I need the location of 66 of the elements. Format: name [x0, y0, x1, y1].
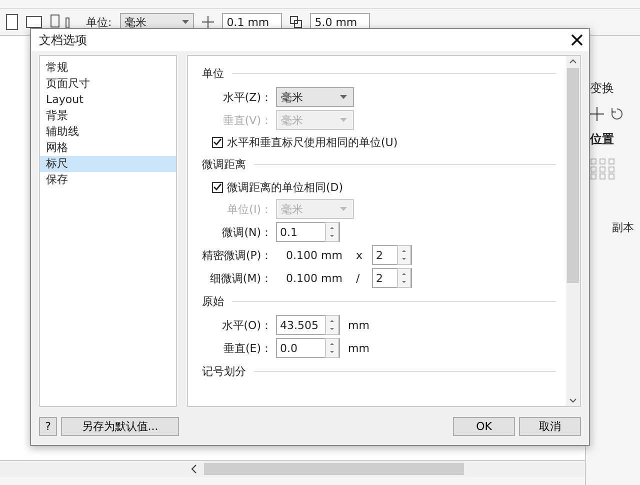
- caret-icon: [340, 207, 347, 211]
- section-heading: 单位: [202, 66, 224, 80]
- spinner-icon[interactable]: [325, 338, 339, 358]
- ok-button[interactable]: OK: [453, 417, 515, 436]
- section-title: 位置: [590, 131, 615, 148]
- nudge-reading: 0.100 mm: [285, 272, 344, 284]
- field-label: 精密微调(P)：: [202, 248, 274, 262]
- number-field[interactable]: 0.0: [276, 338, 340, 358]
- number-field[interactable]: 2: [372, 268, 412, 288]
- checkbox-label: 微调距离的单位相同(D): [227, 180, 344, 194]
- close-icon[interactable]: [571, 34, 583, 46]
- scroll-up-icon[interactable]: [569, 58, 577, 64]
- help-button[interactable]: ?: [39, 417, 57, 436]
- category-item[interactable]: 辅助线: [40, 124, 176, 140]
- window-title: 文档选项: [39, 32, 87, 48]
- field-label: 水平(Z)：: [222, 90, 273, 104]
- caret-icon: [182, 20, 189, 24]
- field-label: 微调(N)：: [221, 224, 273, 240]
- spinner-icon[interactable]: [397, 268, 411, 288]
- checkbox-label: 水平和垂直标尺使用相同的单位(U): [227, 134, 398, 150]
- section-heading: 记号划分: [202, 364, 246, 378]
- save-default-button[interactable]: 另存为默认值...: [61, 417, 179, 436]
- category-item[interactable]: 页面尺寸: [40, 76, 176, 92]
- operator-label: x: [356, 248, 364, 262]
- category-item[interactable]: 常规: [40, 60, 176, 76]
- field-label: 单位(I)：: [226, 202, 273, 216]
- docker-title: 变换: [590, 80, 615, 97]
- nudge-icon: [202, 16, 214, 28]
- field-label: 垂直(E)：: [222, 340, 273, 356]
- caret-icon: [340, 118, 347, 122]
- section-heading: 原始: [202, 294, 224, 308]
- field-label: 细微调(M)：: [208, 270, 273, 286]
- spinner-icon[interactable]: [325, 222, 339, 242]
- landscape-page-icon[interactable]: [26, 16, 42, 28]
- checkbox[interactable]: [212, 182, 223, 192]
- scrollbar-thumb[interactable]: [567, 68, 579, 283]
- unit-label: mm: [347, 318, 370, 332]
- number-field[interactable]: 0.1: [276, 222, 340, 242]
- field-label: 水平(O)：: [220, 318, 273, 332]
- checkbox[interactable]: [212, 136, 223, 148]
- category-item[interactable]: 保存: [40, 172, 176, 188]
- scroll-down-icon[interactable]: [569, 398, 577, 404]
- field-label: 垂直(V)：: [222, 112, 273, 128]
- unit-dropdown[interactable]: 毫米: [276, 87, 354, 107]
- operator-label: /: [356, 272, 361, 284]
- unit-label: mm: [347, 342, 370, 354]
- portrait-page-icon[interactable]: [6, 14, 18, 30]
- caret-icon: [340, 95, 347, 99]
- category-item[interactable]: 背景: [40, 108, 176, 124]
- category-item[interactable]: 网格: [40, 140, 176, 156]
- category-item[interactable]: Layout: [40, 92, 176, 108]
- number-field[interactable]: 43.505: [276, 315, 340, 335]
- scroll-left-icon[interactable]: [190, 464, 198, 474]
- duplicate-icon: [290, 16, 302, 28]
- position-icon[interactable]: [590, 107, 604, 121]
- nudge-reading: 0.100 mm: [285, 248, 344, 262]
- number-field[interactable]: 2: [372, 245, 412, 265]
- copies-label: 副本: [611, 220, 635, 235]
- unit-label: 单位:: [86, 14, 112, 30]
- category-item[interactable]: 标尺: [40, 156, 176, 172]
- section-heading: 微调距离: [202, 156, 246, 172]
- spinner-icon[interactable]: [397, 245, 411, 265]
- cancel-button[interactable]: 取消: [519, 417, 581, 436]
- spinner-icon[interactable]: [325, 315, 339, 335]
- scrollbar-thumb[interactable]: [204, 463, 464, 475]
- rotate-icon[interactable]: [610, 107, 624, 121]
